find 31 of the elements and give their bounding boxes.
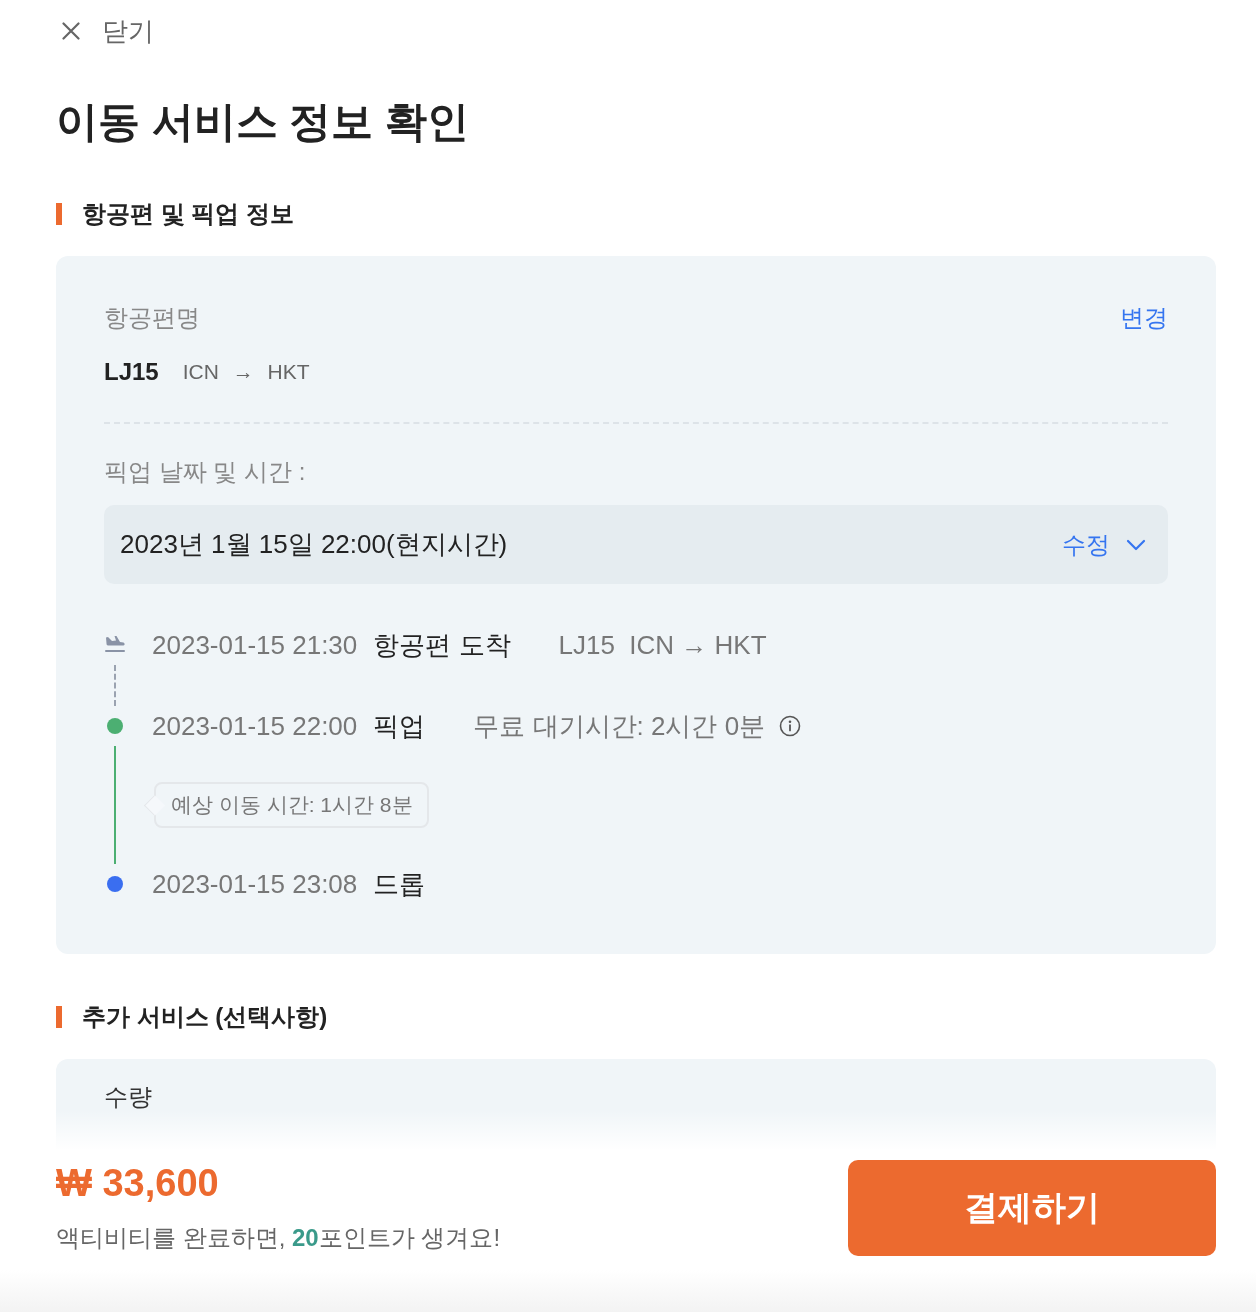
page-title: 이동 서비스 정보 확인 <box>56 97 470 147</box>
travel-time-tooltip: 예상 이동 시간: 1시간 8분 <box>141 782 429 828</box>
change-link[interactable]: 변경 <box>1120 302 1168 334</box>
close-icon <box>62 22 80 40</box>
chevron-down-icon <box>1126 538 1146 551</box>
timeline-event: 드롭 <box>373 867 426 901</box>
timeline-time: 2023-01-15 21:30 <box>152 629 358 661</box>
flight-number-label: 항공편명 <box>104 303 200 333</box>
close-button[interactable]: 닫기 <box>62 11 154 51</box>
info-icon[interactable] <box>779 715 802 737</box>
reward-note: 액티비티를 완료하면, 20포인트가 생겨요! <box>56 1223 501 1253</box>
flight-route: ICN → HKT <box>182 360 310 384</box>
flight-number: LJ15 <box>104 358 159 386</box>
heading-marker-icon <box>56 203 62 225</box>
timeline-event: 항공편 도착 <box>373 628 511 662</box>
section-heading: 항공편 및 픽업 정보 <box>82 199 294 229</box>
pickup-time-label: 픽업 날짜 및 시간 : <box>104 457 307 487</box>
edit-button[interactable]: 수정 <box>1062 528 1146 561</box>
timeline-detail: 무료 대기시간: 2시간 0분 <box>473 709 766 743</box>
section-heading: 추가 서비스 (선택사항) <box>82 1002 328 1032</box>
timeline-time: 2023-01-15 22:00 <box>152 710 358 742</box>
pickup-time-value: 2023년 1월 15일 22:00(현지시간) <box>120 528 508 561</box>
timeline-event: 픽업 <box>373 709 426 743</box>
quantity-label: 수량 <box>104 1083 152 1110</box>
timeline-connector <box>114 665 116 706</box>
heading-marker-icon <box>56 1006 62 1028</box>
pay-button[interactable]: 결제하기 <box>848 1160 1216 1256</box>
timeline-time: 2023-01-15 23:08 <box>152 868 358 900</box>
timeline-detail: LJ15 ICN → HKT <box>558 629 767 661</box>
pickup-time-field[interactable]: 2023년 1월 15일 22:00(현지시간) 수정 <box>104 505 1168 584</box>
total-price: ₩ 33,600 <box>56 1161 220 1206</box>
